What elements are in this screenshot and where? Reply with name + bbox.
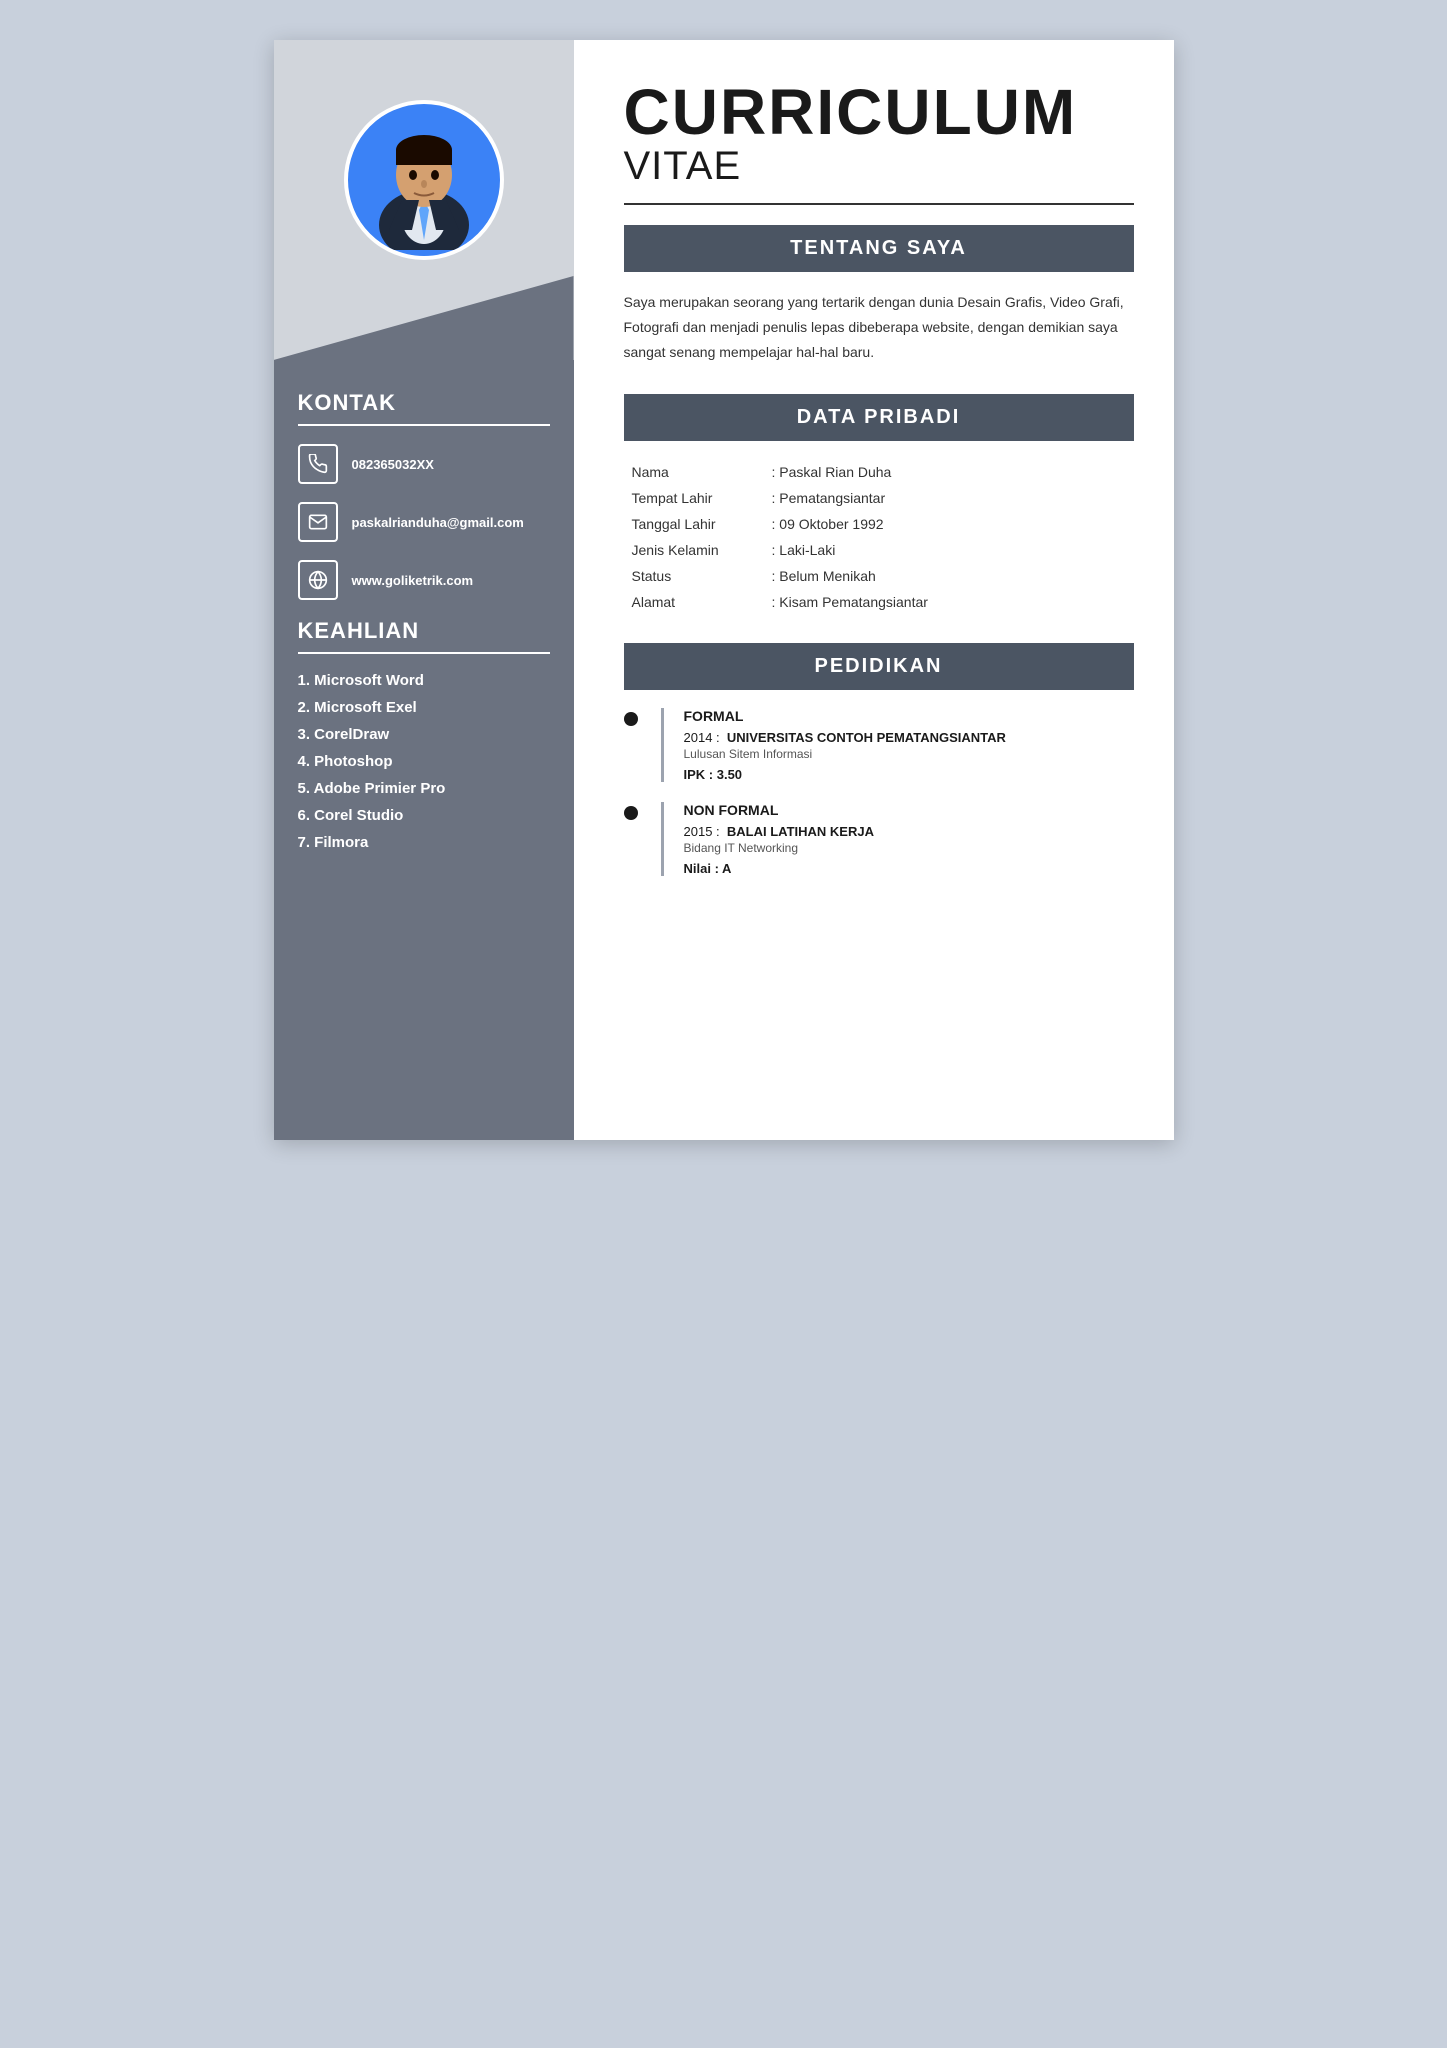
phone-icon <box>298 444 338 484</box>
skill-item: 2. Microsoft Exel <box>298 699 550 716</box>
field-value: : Paskal Rian Duha <box>764 459 1134 485</box>
edu-year-name-nonformal: 2015 : BALAI LATIHAN KERJA <box>684 824 1134 839</box>
keahlian-title: KEAHLIAN <box>298 618 550 644</box>
skill-item: 4. Photoshop <box>298 753 550 770</box>
main-divider <box>624 203 1134 205</box>
field-value: : 09 Oktober 1992 <box>764 511 1134 537</box>
edu-year: 2014 <box>684 730 713 745</box>
field-label: Jenis Kelamin <box>624 537 764 563</box>
profile-photo <box>344 100 504 260</box>
website-value: www.goliketrik.com <box>352 573 474 588</box>
phone-item: 082365032XX <box>298 444 550 484</box>
field-label: Tanggal Lahir <box>624 511 764 537</box>
edu-item-formal: FORMAL 2014 : UNIVERSITAS CONTOH PEMATAN… <box>624 708 1134 782</box>
field-value: : Kisam Pematangsiantar <box>764 589 1134 615</box>
edu-institution: UNIVERSITAS CONTOH PEMATANGSIANTAR <box>727 730 1006 745</box>
edu-item-nonformal: NON FORMAL 2015 : BALAI LATIHAN KERJA Bi… <box>624 802 1134 876</box>
edu-content-formal: FORMAL 2014 : UNIVERSITAS CONTOH PEMATAN… <box>661 708 1134 782</box>
cv-container: KONTAK 082365032XX <box>274 40 1174 1140</box>
website-icon <box>298 560 338 600</box>
field-label: Nama <box>624 459 764 485</box>
data-pribadi-header: DATA PRIBADI <box>624 394 1134 441</box>
cv-title-large: CURRICULUM <box>624 80 1134 144</box>
edu-year-name-formal: 2014 : UNIVERSITAS CONTOH PEMATANGSIANTA… <box>684 730 1134 745</box>
field-value: : Pematangsiantar <box>764 485 1134 511</box>
skill-item: 5. Adobe Primier Pro <box>298 780 550 797</box>
table-row: Jenis Kelamin : Laki-Laki <box>624 537 1134 563</box>
tentang-saya-body: Saya merupakan seorang yang tertarik den… <box>624 290 1134 366</box>
edu-institution: BALAI LATIHAN KERJA <box>727 824 874 839</box>
edu-sub-formal: Lulusan Sitem Informasi <box>684 747 1134 761</box>
cv-title-sub: VITAE <box>624 144 1134 189</box>
data-pribadi-table: Nama : Paskal Rian Duha Tempat Lahir : P… <box>624 459 1134 615</box>
edu-sub-nonformal: Bidang IT Networking <box>684 841 1134 855</box>
email-icon <box>298 502 338 542</box>
kontak-title: KONTAK <box>298 390 550 416</box>
keahlian-divider <box>298 652 550 654</box>
table-row: Alamat : Kisam Pematangsiantar <box>624 589 1134 615</box>
main-content: CURRICULUM VITAE TENTANG SAYA Saya merup… <box>574 40 1174 1140</box>
website-item: www.goliketrik.com <box>298 560 550 600</box>
skill-item: 1. Microsoft Word <box>298 672 550 689</box>
edu-dot <box>624 806 638 820</box>
field-value: : Laki-Laki <box>764 537 1134 563</box>
edu-dot <box>624 712 638 726</box>
skill-item: 3. CorelDraw <box>298 726 550 743</box>
edu-grade-nonformal: Nilai : A <box>684 861 1134 876</box>
phone-value: 082365032XX <box>352 457 434 472</box>
sidebar-top <box>274 40 574 360</box>
field-value: : Belum Menikah <box>764 563 1134 589</box>
email-item: paskalrianduha@gmail.com <box>298 502 550 542</box>
edu-category-nonformal: NON FORMAL <box>684 802 1134 818</box>
skills-list: 1. Microsoft Word 2. Microsoft Exel 3. C… <box>298 672 550 851</box>
tentang-saya-header: TENTANG SAYA <box>624 225 1134 272</box>
field-label: Alamat <box>624 589 764 615</box>
field-label: Tempat Lahir <box>624 485 764 511</box>
edu-content-nonformal: NON FORMAL 2015 : BALAI LATIHAN KERJA Bi… <box>661 802 1134 876</box>
edu-category-formal: FORMAL <box>684 708 1134 724</box>
sidebar: KONTAK 082365032XX <box>274 40 574 1140</box>
edu-year: 2015 <box>684 824 713 839</box>
table-row: Status : Belum Menikah <box>624 563 1134 589</box>
sidebar-content: KONTAK 082365032XX <box>274 360 574 1140</box>
email-value: paskalrianduha@gmail.com <box>352 515 524 530</box>
education-section: FORMAL 2014 : UNIVERSITAS CONTOH PEMATAN… <box>624 708 1134 876</box>
kontak-divider <box>298 424 550 426</box>
field-label: Status <box>624 563 764 589</box>
pedidikan-header: PEDIDIKAN <box>624 643 1134 690</box>
edu-grade-formal: IPK : 3.50 <box>684 767 1134 782</box>
table-row: Nama : Paskal Rian Duha <box>624 459 1134 485</box>
table-row: Tanggal Lahir : 09 Oktober 1992 <box>624 511 1134 537</box>
table-row: Tempat Lahir : Pematangsiantar <box>624 485 1134 511</box>
skill-item: 7. Filmora <box>298 834 550 851</box>
skill-item: 6. Corel Studio <box>298 807 550 824</box>
